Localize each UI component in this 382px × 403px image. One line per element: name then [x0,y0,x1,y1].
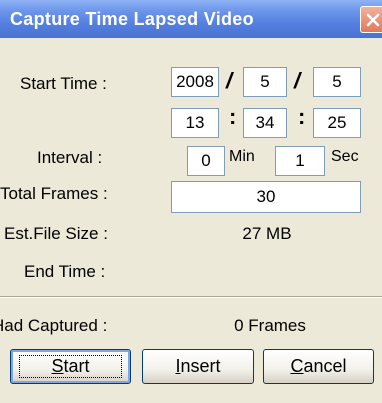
interval-minutes-field[interactable]: 0 [187,146,225,176]
start-second-field[interactable]: 25 [313,108,361,138]
interval-sec-unit: Sec [331,148,359,165]
cancel-button-label: ancel [303,356,347,376]
had-captured-value: 0 Frames [234,316,306,335]
had-captured-label: Had Captured : [0,316,108,335]
interval-seconds-field[interactable]: 1 [275,146,325,176]
window-title: Capture Time Lapsed Video [10,9,254,29]
close-icon [366,13,380,27]
capture-time-lapsed-video-dialog: Capture Time Lapsed Video Start Time : 2… [0,0,382,403]
start-time-label: Start Time : [20,74,107,93]
close-button[interactable] [360,6,382,33]
start-button[interactable]: Start [10,349,131,384]
time-separator-2: : [298,104,306,129]
cancel-button[interactable]: Cancel [263,349,374,384]
title-bar[interactable]: Capture Time Lapsed Video [0,0,382,38]
est-file-size-label: Est.File Size : [4,224,108,243]
insert-button[interactable]: Insert [142,349,254,384]
time-separator-1: : [229,104,237,129]
interval-label: Interval : [37,148,103,167]
start-day-field[interactable]: 5 [313,67,361,97]
start-month-field[interactable]: 5 [243,67,287,97]
start-button-mnemonic: S [51,356,64,376]
start-year-field[interactable]: 2008 [171,67,219,97]
cancel-button-mnemonic: C [290,356,304,376]
est-file-size-value: 27 MB [242,224,292,243]
total-frames-field[interactable]: 30 [171,181,361,213]
end-time-label: End Time : [24,262,106,281]
start-minute-field[interactable]: 34 [243,108,287,138]
section-divider [0,296,382,298]
start-hour-field[interactable]: 13 [171,108,219,138]
interval-min-unit: Min [229,148,255,165]
insert-button-label: nsert [180,356,221,376]
start-button-label: tart [63,356,90,376]
date-separator-1: / [226,68,233,93]
total-frames-label: Total Frames : [0,184,108,203]
date-separator-2: / [294,68,301,93]
